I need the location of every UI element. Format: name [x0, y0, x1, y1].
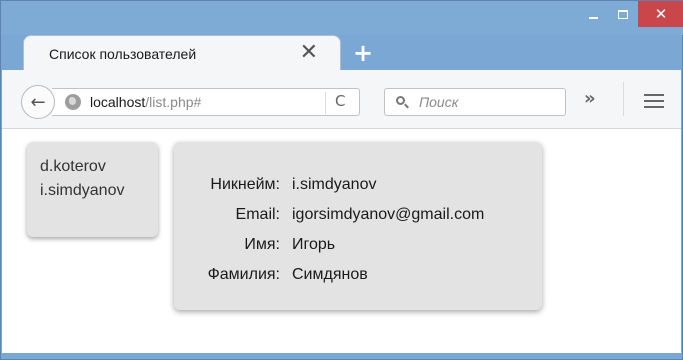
new-tab-button[interactable]: +	[353, 41, 373, 65]
close-icon: ✕	[654, 5, 668, 23]
back-button[interactable]: ←	[21, 85, 55, 119]
url-path: /list.php#	[145, 94, 202, 110]
url-bar[interactable]: localhost/list.php# C	[52, 88, 360, 116]
detail-label: Email:	[235, 206, 280, 223]
url-separator	[325, 92, 326, 114]
window-controls: ✕	[578, 1, 683, 29]
detail-value: i.simdyanov	[292, 176, 377, 193]
url-host: localhost	[90, 94, 146, 110]
detail-label: Имя:	[244, 236, 280, 253]
page-content: d.koterov i.simdyanov Никнейм: i.simdyan…	[2, 129, 681, 353]
detail-row-first-name: Имя: Игорь	[174, 236, 542, 262]
detail-value: igorsimdyanov@gmail.com	[292, 206, 485, 223]
detail-label: Фамилия:	[207, 266, 280, 283]
tab-close-icon[interactable]: ✕	[300, 42, 318, 64]
back-arrow-icon: ←	[30, 91, 46, 113]
browser-window: ✕ Список пользователей ✕ + localhost/lis…	[0, 0, 683, 360]
minimize-icon	[588, 17, 598, 19]
toolbar-separator	[623, 82, 624, 116]
tab-title: Список пользователей	[49, 46, 197, 62]
title-bar: ✕	[1, 1, 683, 35]
user-link-simdyanov[interactable]: i.simdyanov	[40, 179, 158, 203]
minimize-button[interactable]	[578, 1, 608, 27]
reload-icon[interactable]: C	[335, 92, 345, 110]
url-text: localhost/list.php#	[90, 94, 201, 110]
maximize-icon	[618, 9, 628, 19]
search-bar[interactable]: Поиск	[384, 88, 566, 116]
hamburger-menu-icon[interactable]	[644, 94, 664, 108]
user-list: d.koterov i.simdyanov	[27, 142, 158, 237]
user-detail-card: Никнейм: i.simdyanov Email: igorsimdyano…	[174, 142, 542, 310]
maximize-button[interactable]	[608, 1, 638, 27]
search-icon	[396, 96, 409, 109]
detail-value: Симдянов	[292, 266, 368, 283]
close-window-button[interactable]: ✕	[638, 1, 683, 27]
tab-user-list[interactable]: Список пользователей ✕	[23, 35, 341, 71]
detail-row-last-name: Фамилия: Симдянов	[174, 266, 542, 292]
user-link-koterov[interactable]: d.koterov	[40, 155, 158, 179]
search-placeholder: Поиск	[419, 94, 459, 110]
detail-row-email: Email: igorsimdyanov@gmail.com	[174, 206, 542, 232]
detail-row-nickname: Никнейм: i.simdyanov	[174, 176, 542, 202]
globe-icon	[65, 94, 81, 110]
detail-value: Игорь	[292, 236, 336, 253]
detail-label: Никнейм:	[210, 176, 280, 193]
overflow-chevron-icon[interactable]: »	[584, 88, 596, 109]
navigation-toolbar: localhost/list.php# C ← Поиск »	[2, 70, 681, 129]
